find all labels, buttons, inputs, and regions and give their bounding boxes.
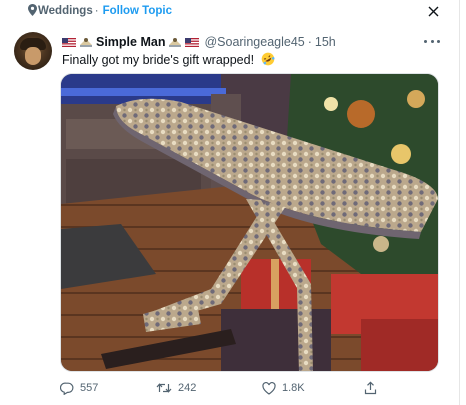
retweet-button[interactable]: 242 xyxy=(156,378,196,398)
topic-name[interactable]: Weddings xyxy=(38,5,93,17)
eagle-icon xyxy=(80,38,92,47)
tweet-timestamp[interactable]: 15h xyxy=(315,35,336,49)
tweet-actions: 557 242 1.8K xyxy=(60,378,390,398)
topic-pin-icon xyxy=(28,4,37,19)
header-separator: · xyxy=(307,35,312,49)
laughing-emoji-icon xyxy=(261,52,275,69)
author-handle[interactable]: @Soaringeagle45 xyxy=(204,35,304,49)
topic-separator: · xyxy=(94,5,99,17)
us-flag-icon xyxy=(185,37,200,47)
retweet-count: 242 xyxy=(178,382,197,394)
share-button[interactable] xyxy=(364,378,383,398)
heart-icon xyxy=(262,381,276,395)
tweet-text: Finally got my bride's gift wrapped! xyxy=(62,52,275,69)
reply-count: 557 xyxy=(80,382,99,394)
reply-button[interactable]: 557 xyxy=(60,378,98,398)
avatar[interactable] xyxy=(14,32,52,70)
close-icon[interactable] xyxy=(424,2,442,20)
like-button[interactable]: 1.8K xyxy=(262,378,305,398)
us-flag-icon xyxy=(62,37,76,47)
eagle-icon xyxy=(169,38,182,47)
tweet-card[interactable]: Weddings · Follow Topic Simple Man @Soar… xyxy=(0,0,460,405)
reply-icon xyxy=(60,382,74,395)
author-name[interactable]: Simple Man xyxy=(96,35,165,49)
like-count: 1.8K xyxy=(282,382,305,394)
share-icon xyxy=(364,381,377,395)
tweet-photo[interactable] xyxy=(60,73,439,372)
follow-topic-button[interactable]: Follow Topic xyxy=(103,5,172,17)
tweet-text-body: Finally got my bride's gift wrapped! xyxy=(62,53,255,67)
photo-content xyxy=(61,74,438,371)
more-options-icon[interactable] xyxy=(424,36,440,46)
topic-row: Weddings · Follow Topic xyxy=(28,3,172,19)
tweet-header: Simple Man @Soaringeagle45 · 15h xyxy=(62,34,336,50)
retweet-icon xyxy=(156,383,172,393)
